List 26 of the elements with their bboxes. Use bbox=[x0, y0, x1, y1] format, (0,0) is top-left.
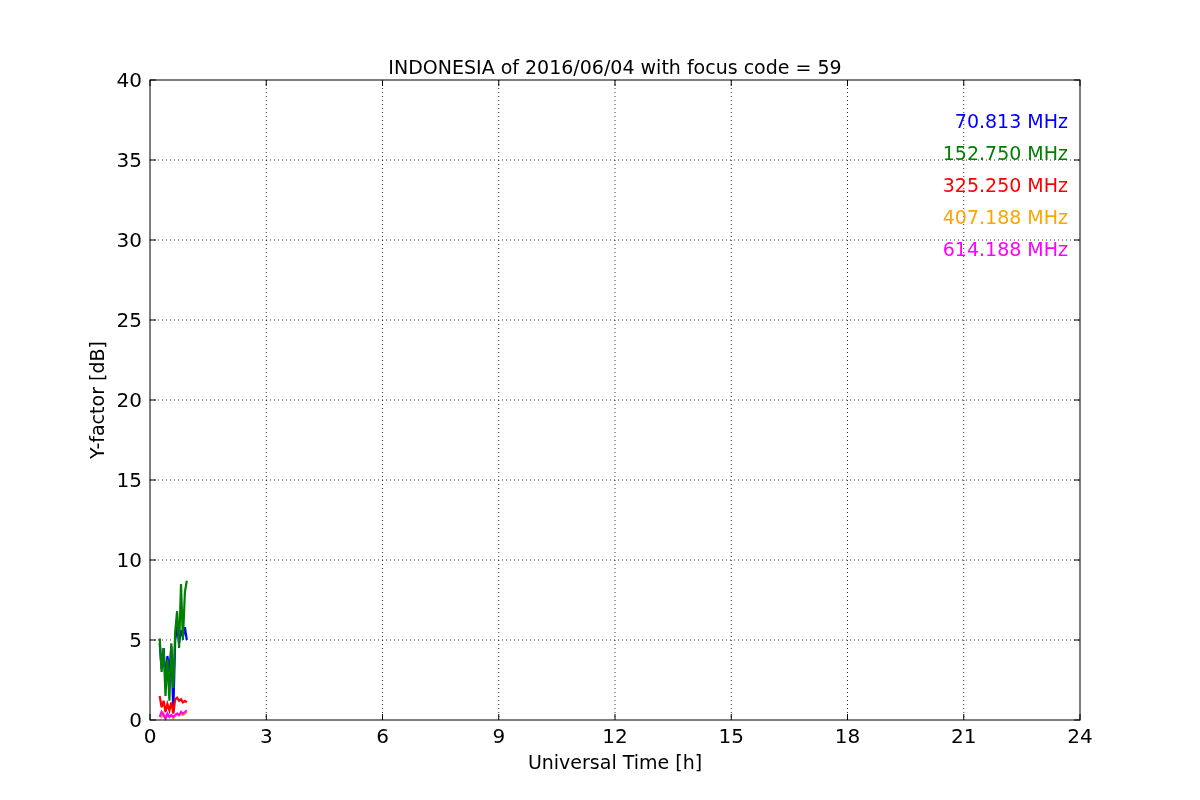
x-tick-label: 15 bbox=[718, 724, 744, 748]
legend-label: 152.750 MHz bbox=[942, 142, 1068, 164]
x-tick-label: 3 bbox=[259, 724, 273, 748]
legend-label: 614.188 MHz bbox=[942, 238, 1068, 260]
x-tick-label: 0 bbox=[143, 724, 157, 748]
y-tick-label: 35 bbox=[116, 148, 142, 172]
x-tick-label: 24 bbox=[1067, 724, 1093, 748]
x-tick-label: 12 bbox=[602, 724, 628, 748]
y-tick-label: 0 bbox=[129, 708, 142, 732]
y-tick-label: 30 bbox=[116, 228, 142, 252]
y-tick-label: 20 bbox=[116, 388, 142, 412]
legend-label: 325.250 MHz bbox=[942, 174, 1068, 196]
y-tick-label: 5 bbox=[129, 628, 142, 652]
y-tick-label: 15 bbox=[116, 468, 142, 492]
y-tick-label: 25 bbox=[116, 308, 142, 332]
legend-label: 70.813 MHz bbox=[954, 110, 1068, 132]
x-axis-label: Universal Time [h] bbox=[527, 751, 703, 773]
chart-title: INDONESIA of 2016/06/04 with focus code = 59 bbox=[388, 56, 842, 78]
y-tick-label: 40 bbox=[116, 68, 142, 92]
y-axis-label: Y-factor [dB] bbox=[86, 341, 108, 459]
y-tick-label: 10 bbox=[116, 548, 142, 572]
legend-label: 407.188 MHz bbox=[942, 206, 1068, 228]
x-tick-label: 9 bbox=[492, 724, 506, 748]
x-tick-label: 6 bbox=[376, 724, 389, 748]
x-tick-label: 21 bbox=[951, 724, 977, 748]
x-tick-label: 18 bbox=[834, 724, 861, 748]
